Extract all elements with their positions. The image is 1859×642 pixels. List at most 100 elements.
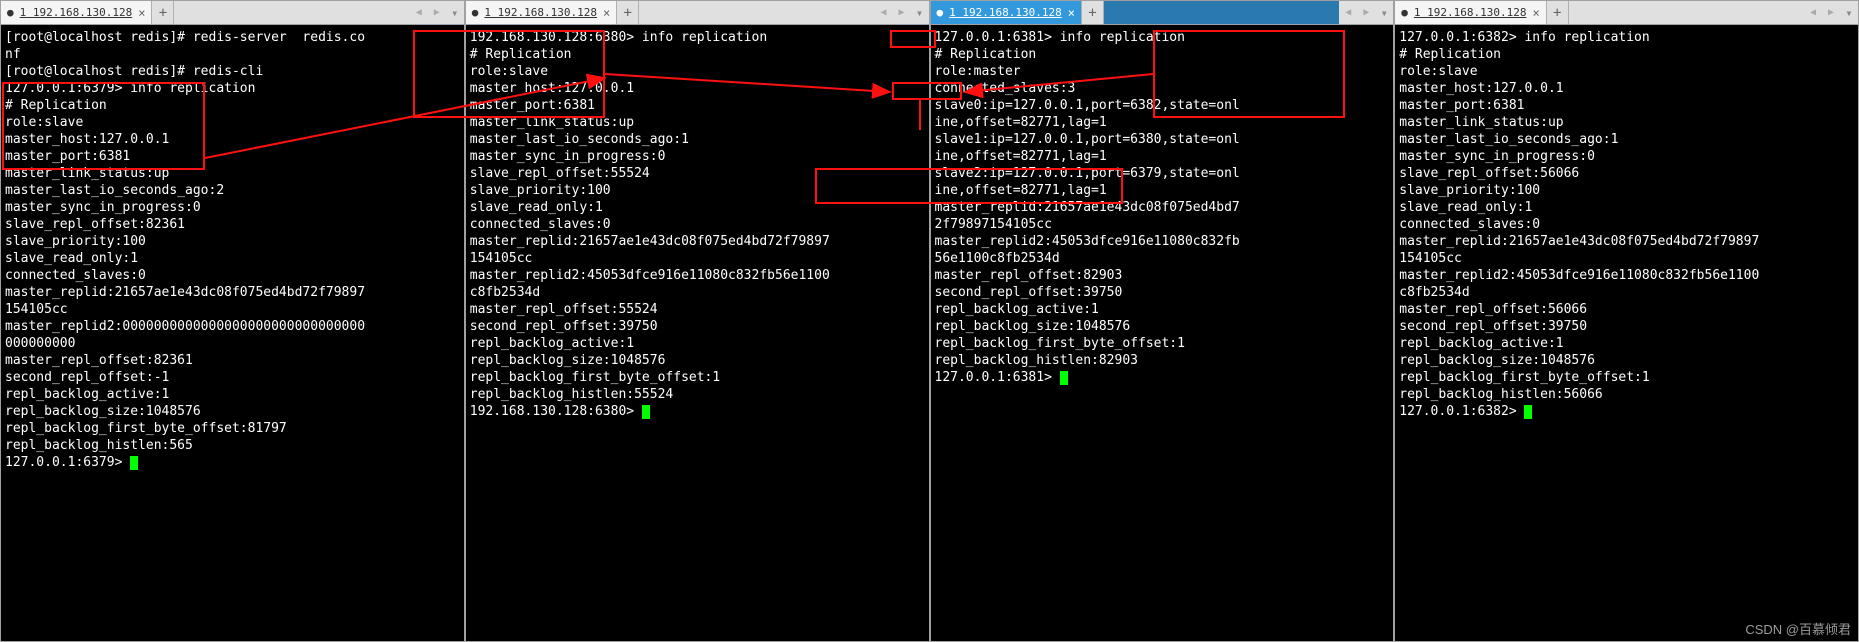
close-icon[interactable]: ×: [603, 6, 610, 20]
new-tab-button[interactable]: +: [152, 1, 174, 24]
terminal-output[interactable]: 127.0.0.1:6382> info replication# Replic…: [1395, 25, 1858, 641]
terminal-output[interactable]: 127.0.0.1:6381> info replication# Replic…: [931, 25, 1394, 641]
tab-1[interactable]: ● 1 192.168.130.128 ×: [931, 1, 1082, 24]
terminal-line: master_last_io_seconds_ago:2: [5, 182, 460, 199]
terminal-line: repl_backlog_active:1: [935, 301, 1390, 318]
terminal-line: master_replid2:0000000000000000000000000…: [5, 318, 460, 335]
terminal-line: connected_slaves:0: [470, 216, 925, 233]
tab-prev-icon[interactable]: ◀: [875, 7, 893, 18]
terminal-line: master_port:6381: [470, 97, 925, 114]
tab-next-icon[interactable]: ▶: [1357, 7, 1375, 18]
terminal-line: repl_backlog_first_byte_offset:1: [470, 369, 925, 386]
terminal-line: repl_backlog_size:1048576: [1399, 352, 1854, 369]
watermark: CSDN @百慕倾君: [1745, 619, 1851, 638]
terminal-line: second_repl_offset:39750: [935, 284, 1390, 301]
tab-1[interactable]: ● 1 192.168.130.128 ×: [1395, 1, 1546, 24]
terminal-line: 154105cc: [470, 250, 925, 267]
terminal-line: 127.0.0.1:6381> info replication: [935, 29, 1390, 46]
close-icon[interactable]: ×: [1068, 6, 1075, 20]
terminal-line: master_repl_offset:56066: [1399, 301, 1854, 318]
terminal-window-3: ● 1 192.168.130.128 × + ◀ ▶ ▾ 127.0.0.1:…: [930, 0, 1395, 642]
terminal-line: slave_priority:100: [5, 233, 460, 250]
terminal-line: ine,offset=82771,lag=1: [935, 148, 1390, 165]
terminal-line: master_sync_in_progress:0: [1399, 148, 1854, 165]
terminal-line: repl_backlog_active:1: [1399, 335, 1854, 352]
terminal-line: repl_backlog_first_byte_offset:81797: [5, 420, 460, 437]
terminal-line: master_sync_in_progress:0: [470, 148, 925, 165]
new-tab-button[interactable]: +: [1082, 1, 1104, 24]
terminal-line: slave_repl_offset:82361: [5, 216, 460, 233]
terminal-line: master_repl_offset:55524: [470, 301, 925, 318]
terminal-line: master_repl_offset:82361: [5, 352, 460, 369]
terminal-line: c8fb2534d: [1399, 284, 1854, 301]
terminal-line: master_replid:21657ae1e43dc08f075ed4bd72…: [1399, 233, 1854, 250]
terminal-line: slave_read_only:1: [5, 250, 460, 267]
tab-1[interactable]: ● 1 192.168.130.128 ×: [1, 1, 152, 24]
terminal-line: second_repl_offset:39750: [470, 318, 925, 335]
new-tab-button[interactable]: +: [1547, 1, 1569, 24]
terminal-line: master_last_io_seconds_ago:1: [1399, 131, 1854, 148]
tab-nav-controls: ◀ ▶ ▾: [1804, 1, 1858, 24]
status-dot-icon: ●: [1401, 6, 1408, 19]
terminal-line: slave2:ip=127.0.0.1,port=6379,state=onl: [935, 165, 1390, 182]
terminal-line: 154105cc: [1399, 250, 1854, 267]
terminal-line: [root@localhost redis]# redis-server red…: [5, 29, 460, 46]
terminal-line: master_link_status:up: [5, 165, 460, 182]
terminal-line: master_host:127.0.0.1: [5, 131, 460, 148]
terminal-line: master_replid:21657ae1e43dc08f075ed4bd72…: [5, 284, 460, 301]
terminal-prompt: 127.0.0.1:6379>: [5, 454, 460, 471]
terminal-line: 56e1100c8fb2534d: [935, 250, 1390, 267]
close-icon[interactable]: ×: [138, 6, 145, 20]
tab-bar: ● 1 192.168.130.128 × + ◀ ▶ ▾: [466, 1, 929, 25]
terminal-line: 127.0.0.1:6382> info replication: [1399, 29, 1854, 46]
status-dot-icon: ●: [7, 6, 14, 19]
status-dot-icon: ●: [472, 6, 479, 19]
terminal-line: master_repl_offset:82903: [935, 267, 1390, 284]
tab-next-icon[interactable]: ▶: [428, 7, 446, 18]
tab-prev-icon[interactable]: ◀: [1339, 7, 1357, 18]
terminal-window-1: ● 1 192.168.130.128 × + ◀ ▶ ▾ [root@loca…: [0, 0, 465, 642]
terminal-line: [root@localhost redis]# redis-cli: [5, 63, 460, 80]
tab-1[interactable]: ● 1 192.168.130.128 ×: [466, 1, 617, 24]
terminal-line: 2f79897154105cc: [935, 216, 1390, 233]
terminal-line: master_host:127.0.0.1: [470, 80, 925, 97]
terminal-line: slave_read_only:1: [470, 199, 925, 216]
tab-prev-icon[interactable]: ◀: [1804, 7, 1822, 18]
terminal-line: master_link_status:up: [470, 114, 925, 131]
tab-next-icon[interactable]: ▶: [1822, 7, 1840, 18]
terminal-line: master_replid2:45053dfce916e11080c832fb5…: [470, 267, 925, 284]
terminal-line: repl_backlog_first_byte_offset:1: [1399, 369, 1854, 386]
cursor-icon: [642, 405, 650, 419]
new-tab-button[interactable]: +: [617, 1, 639, 24]
tab-menu-icon[interactable]: ▾: [911, 6, 929, 20]
terminal-line: master_sync_in_progress:0: [5, 199, 460, 216]
terminal-output[interactable]: 192.168.130.128:6380> info replication# …: [466, 25, 929, 641]
tab-prev-icon[interactable]: ◀: [410, 7, 428, 18]
tab-menu-icon[interactable]: ▾: [1375, 6, 1393, 20]
tab-bar: ● 1 192.168.130.128 × + ◀ ▶ ▾: [1, 1, 464, 25]
close-icon[interactable]: ×: [1532, 6, 1539, 20]
terminal-line: repl_backlog_size:1048576: [935, 318, 1390, 335]
tab-label: 1 192.168.130.128: [1414, 6, 1527, 19]
tab-menu-icon[interactable]: ▾: [446, 6, 464, 20]
tab-nav-controls: ◀ ▶ ▾: [875, 1, 929, 24]
tab-next-icon[interactable]: ▶: [893, 7, 911, 18]
terminal-line: # Replication: [470, 46, 925, 63]
terminal-line: role:slave: [1399, 63, 1854, 80]
tab-menu-icon[interactable]: ▾: [1840, 6, 1858, 20]
terminal-line: repl_backlog_size:1048576: [470, 352, 925, 369]
terminal-output[interactable]: [root@localhost redis]# redis-server red…: [1, 25, 464, 641]
terminal-line: slave_priority:100: [1399, 182, 1854, 199]
tab-bar: ● 1 192.168.130.128 × + ◀ ▶ ▾: [931, 1, 1394, 25]
terminal-line: master_port:6381: [5, 148, 460, 165]
terminal-line: repl_backlog_first_byte_offset:1: [935, 335, 1390, 352]
terminal-prompt: 127.0.0.1:6382>: [1399, 403, 1854, 420]
terminal-prompt: 192.168.130.128:6380>: [470, 403, 925, 420]
terminal-line: second_repl_offset:39750: [1399, 318, 1854, 335]
terminal-line: repl_backlog_active:1: [5, 386, 460, 403]
terminal-line: ine,offset=82771,lag=1: [935, 114, 1390, 131]
terminal-window-4: ● 1 192.168.130.128 × + ◀ ▶ ▾ 127.0.0.1:…: [1394, 0, 1859, 642]
terminal-line: role:slave: [470, 63, 925, 80]
terminal-line: master_host:127.0.0.1: [1399, 80, 1854, 97]
terminal-line: # Replication: [1399, 46, 1854, 63]
